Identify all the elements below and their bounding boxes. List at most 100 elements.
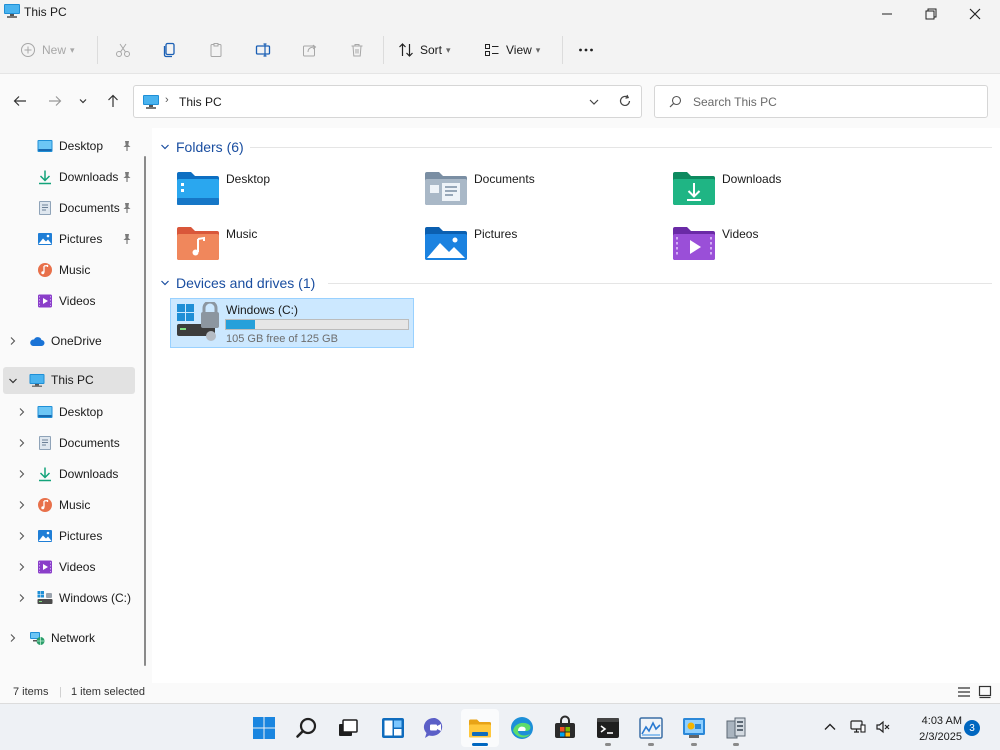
- back-button[interactable]: [10, 92, 30, 110]
- delete-button[interactable]: [349, 38, 365, 62]
- refresh-icon[interactable]: [618, 94, 632, 108]
- sidebar-item-documents[interactable]: Documents: [37, 195, 137, 221]
- sidebar-item-downloads[interactable]: Downloads: [37, 164, 137, 190]
- view-list-icon: [485, 44, 499, 56]
- file-manager-button[interactable]: [717, 709, 755, 747]
- up-button[interactable]: [103, 92, 123, 110]
- pin-icon[interactable]: [121, 140, 133, 152]
- file-explorer-taskbar-button[interactable]: [461, 709, 499, 747]
- breadcrumb-this-pc[interactable]: This PC: [179, 95, 222, 109]
- pictures-icon: [38, 530, 52, 542]
- expand-chevron-icon[interactable]: [8, 633, 18, 643]
- windows-logo-icon: [253, 717, 275, 739]
- cut-button[interactable]: [115, 38, 131, 62]
- pin-icon[interactable]: [121, 171, 133, 183]
- drive-windows-c[interactable]: Windows (C:) 105 GB free of 125 GB: [170, 298, 414, 348]
- show-hidden-icons-chevron-icon[interactable]: [822, 719, 838, 735]
- sidebar-item-pc-windows-c[interactable]: Windows (C:): [37, 585, 137, 611]
- music-icon: [38, 498, 52, 512]
- sidebar-item-music[interactable]: Music: [37, 257, 137, 283]
- drives-group-header[interactable]: Devices and drives (1): [160, 273, 315, 293]
- sidebar-item-pc-videos[interactable]: Videos: [37, 554, 137, 580]
- more-options-button[interactable]: [578, 38, 594, 62]
- restore-button[interactable]: [908, 0, 954, 28]
- expand-chevron-icon[interactable]: [17, 593, 27, 603]
- edge-button[interactable]: [503, 709, 541, 747]
- collapse-chevron-icon[interactable]: [8, 376, 18, 386]
- running-app-indicator: [691, 743, 697, 746]
- sidebar-item-network[interactable]: Network: [29, 625, 129, 651]
- copy-button[interactable]: [162, 38, 178, 62]
- rename-button[interactable]: [255, 38, 271, 62]
- expand-chevron-icon[interactable]: [17, 407, 27, 417]
- view-button[interactable]: View ▾: [484, 38, 540, 62]
- expand-chevron-icon[interactable]: [17, 562, 27, 572]
- speaker-muted-icon[interactable]: [875, 719, 891, 735]
- system-clock[interactable]: 4:03 AM 2/3/2025: [900, 713, 962, 745]
- drives-group-title: Devices and drives (1): [176, 275, 316, 291]
- sidebar-item-videos[interactable]: Videos: [37, 288, 137, 314]
- tiles-view-icon[interactable]: [978, 685, 992, 699]
- widgets-button[interactable]: [374, 709, 412, 747]
- folder-documents[interactable]: Documents: [424, 168, 654, 216]
- store-button[interactable]: [546, 709, 584, 747]
- pin-icon[interactable]: [121, 202, 133, 214]
- group-divider: [328, 283, 992, 284]
- close-button[interactable]: [952, 0, 998, 28]
- recent-locations-button[interactable]: [75, 92, 91, 110]
- sidebar-item-this-pc[interactable]: This PC: [29, 367, 129, 393]
- folder-name: Videos: [722, 227, 759, 241]
- terminal-button[interactable]: [589, 709, 627, 747]
- folders-group-header[interactable]: Folders (6): [160, 137, 244, 157]
- sidebar-item-desktop[interactable]: Desktop: [37, 133, 137, 159]
- sidebar-item-pc-downloads[interactable]: Downloads: [37, 461, 137, 487]
- expand-chevron-icon[interactable]: [17, 438, 27, 448]
- folder-pictures[interactable]: Pictures: [424, 223, 654, 271]
- notification-badge[interactable]: 3: [964, 720, 980, 736]
- sidebar-item-pc-desktop[interactable]: Desktop: [37, 399, 137, 425]
- control-panel-button[interactable]: [675, 709, 713, 747]
- expand-chevron-icon[interactable]: [17, 531, 27, 541]
- taskbar-search-button[interactable]: [288, 709, 326, 747]
- sidebar-item-pc-documents[interactable]: Documents: [37, 430, 137, 456]
- rename-icon: [255, 43, 271, 57]
- task-view-button[interactable]: [329, 709, 367, 747]
- sidebar-item-pc-pictures[interactable]: Pictures: [37, 523, 137, 549]
- expand-chevron-icon[interactable]: [17, 469, 27, 479]
- teams-chat-button[interactable]: [416, 709, 454, 747]
- paste-button[interactable]: [208, 38, 224, 62]
- address-dropdown-icon[interactable]: [587, 95, 601, 109]
- address-bar[interactable]: › This PC: [133, 85, 642, 118]
- sidebar-item-pc-music[interactable]: Music: [37, 492, 137, 518]
- drive-usage-bar: [225, 319, 409, 330]
- details-view-icon[interactable]: [957, 685, 971, 699]
- desktop-icon: [37, 406, 53, 418]
- sidebar-item-pictures[interactable]: Pictures: [37, 226, 137, 252]
- close-icon: [969, 8, 981, 20]
- share-button[interactable]: [302, 38, 318, 62]
- start-button[interactable]: [245, 709, 283, 747]
- folder-music[interactable]: Music: [176, 223, 406, 271]
- new-button[interactable]: New ▾: [20, 38, 75, 62]
- widgets-icon: [382, 718, 404, 738]
- search-box[interactable]: [654, 85, 988, 118]
- expand-chevron-icon[interactable]: [17, 500, 27, 510]
- resource-monitor-button[interactable]: [632, 709, 670, 747]
- network-status-icon[interactable]: [850, 719, 866, 735]
- minimize-button[interactable]: [864, 0, 910, 28]
- search-input[interactable]: [693, 93, 973, 111]
- pin-icon[interactable]: [121, 233, 133, 245]
- folder-videos[interactable]: Videos: [672, 223, 902, 271]
- collapse-chevron-icon: [161, 144, 169, 150]
- sidebar-item-onedrive[interactable]: OneDrive: [29, 328, 129, 354]
- expand-chevron-icon[interactable]: [8, 336, 18, 346]
- store-icon: [555, 715, 575, 738]
- sidebar-scrollbar[interactable]: [144, 156, 146, 666]
- folder-downloads[interactable]: Downloads: [672, 168, 902, 216]
- documents-folder-icon: [425, 172, 467, 205]
- forward-button[interactable]: [45, 92, 65, 110]
- folder-desktop[interactable]: Desktop: [176, 168, 406, 216]
- this-pc-icon: [143, 95, 159, 109]
- arrow-left-icon: [13, 96, 26, 106]
- sort-button[interactable]: Sort ▾: [398, 38, 451, 62]
